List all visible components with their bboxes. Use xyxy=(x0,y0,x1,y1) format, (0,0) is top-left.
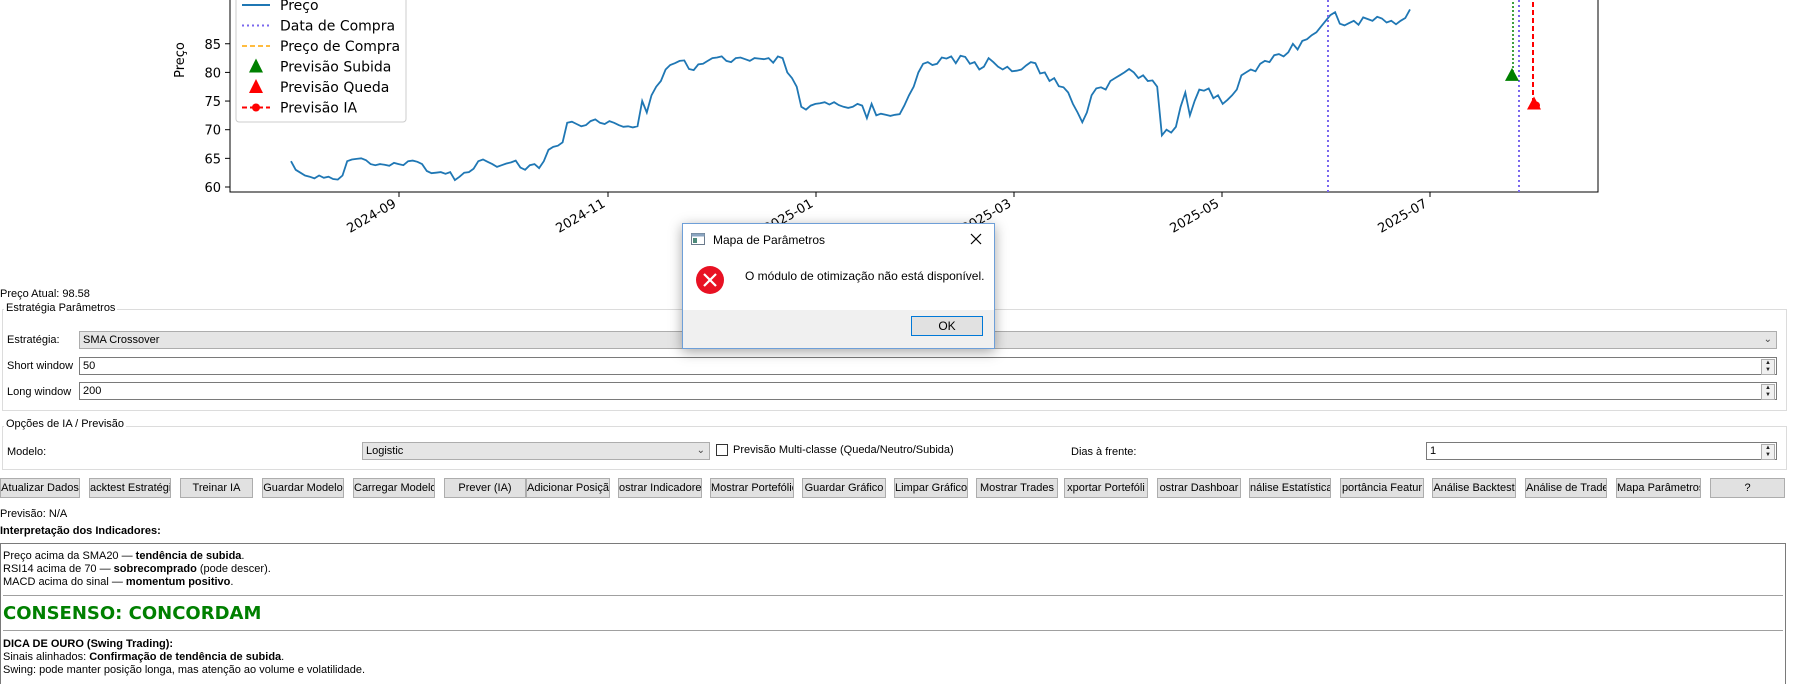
update-data-button[interactable]: Atualizar Dados xyxy=(0,478,80,498)
ok-button[interactable]: OK xyxy=(911,316,983,336)
tip-title: DICA DE OURO (Swing Trading): xyxy=(3,638,174,650)
divider xyxy=(3,630,1783,631)
strategy-label: Estratégia: xyxy=(7,334,60,346)
y-tick-label: 80 xyxy=(204,66,221,81)
show-trades-button[interactable]: Mostrar Trades xyxy=(976,478,1058,498)
interp-line-macd: MACD acima do sinal — momentum positivo. xyxy=(3,576,234,588)
prediction-up-marker xyxy=(1505,67,1519,81)
dialog-body: O módulo de otimização não está disponív… xyxy=(683,254,994,310)
prediction-ai-marker xyxy=(1532,101,1540,110)
dialog-title: Mapa de Parâmetros xyxy=(713,233,826,247)
train-ai-button[interactable]: Treinar IA xyxy=(180,478,253,498)
days-ahead-label: Dias à frente: xyxy=(1071,446,1137,458)
long-window-value: 200 xyxy=(83,385,102,397)
model-label: Modelo: xyxy=(7,446,47,458)
interp-line-sma: Preço acima da SMA20 — tendência de subi… xyxy=(3,550,245,562)
tip-line-signals: Sinais alinhados: Confirmação de tendênc… xyxy=(3,651,285,663)
short-window-value: 50 xyxy=(83,360,96,372)
legend-label: Data de Compra xyxy=(280,19,395,35)
clear-chart-button[interactable]: Limpar Gráfico xyxy=(894,478,968,498)
y-tick-label: 75 xyxy=(204,95,221,110)
export-portfolio-button[interactable]: xportar Portefóli xyxy=(1064,478,1148,498)
error-icon xyxy=(696,266,724,294)
spin-updown-icon[interactable]: ▲ ▼ xyxy=(1761,384,1775,400)
chevron-down-icon: ⌄ xyxy=(696,445,705,456)
load-model-button[interactable]: Carregar Modelo xyxy=(353,478,435,498)
x-tick-label: 2024-09 xyxy=(344,196,399,236)
interpretation-text-area[interactable]: Preço acima da SMA20 — tendência de subi… xyxy=(0,543,1786,684)
divider xyxy=(3,595,1783,596)
save-model-button[interactable]: Guardar Modelo xyxy=(262,478,344,498)
model-select[interactable]: Logistic ⌄ xyxy=(362,442,710,460)
dialog-titlebar[interactable]: Mapa de Parâmetros xyxy=(683,224,994,254)
dialog-message: O módulo de otimização não está disponív… xyxy=(745,269,985,283)
legend-label: Preço de Compra xyxy=(280,39,400,55)
window-app-icon xyxy=(691,233,705,245)
x-tick-label: 2024-11 xyxy=(553,196,608,236)
trade-analysis-button[interactable]: Análise de Trades xyxy=(1525,478,1607,498)
spin-updown-icon[interactable]: ▲ ▼ xyxy=(1761,444,1775,460)
strategy-select-value: SMA Crossover xyxy=(83,334,160,346)
y-tick-label: 65 xyxy=(204,152,221,167)
y-tick-label: 85 xyxy=(204,38,221,53)
save-chart-button[interactable]: Guardar Gráfico xyxy=(802,478,886,498)
ai-options-group-title: Opções de IA / Previsão xyxy=(4,418,127,430)
y-tick-label: 70 xyxy=(204,124,221,139)
parameter-map-button[interactable]: Mapa Parâmetros xyxy=(1616,478,1701,498)
show-dashboard-button[interactable]: ostrar Dashboar xyxy=(1157,478,1241,498)
tip-line-swing: Swing: pode manter posição longa, mas at… xyxy=(3,664,366,676)
show-portfolio-button[interactable]: Mostrar Portefólic xyxy=(710,478,794,498)
multiclass-checkbox[interactable] xyxy=(716,444,728,456)
strategy-group-title: Estratégia Parâmetros xyxy=(4,302,118,314)
y-tick-label: 60 xyxy=(204,181,221,196)
prediction-status: Previsão: N/A xyxy=(0,508,68,520)
legend-label: Previsão Subida xyxy=(280,60,391,76)
multiclass-checkbox-label: Previsão Multi-classe (Queda/Neutro/Subi… xyxy=(733,444,954,456)
close-icon[interactable] xyxy=(970,233,982,245)
days-ahead-input[interactable]: 1 ▲ ▼ xyxy=(1426,442,1777,460)
legend-circle-marker xyxy=(252,103,260,112)
spin-updown-icon[interactable]: ▲ ▼ xyxy=(1761,359,1775,375)
consensus-text: CONSENSO: CONCORDAM xyxy=(3,603,262,624)
legend-label: Preço xyxy=(280,0,319,14)
x-tick-label: 2025-05 xyxy=(1167,196,1222,236)
short-window-input[interactable]: 50 ▲ ▼ xyxy=(79,357,1777,375)
parameter-map-dialog: Mapa de Parâmetros O módulo de otimizaçã… xyxy=(682,223,995,349)
interp-line-rsi: RSI14 acima de 70 — sobrecomprado (pode … xyxy=(3,563,271,575)
short-window-label: Short window xyxy=(7,360,74,372)
days-ahead-value: 1 xyxy=(1430,445,1437,457)
backtest-strategy-button[interactable]: acktest Estratégi xyxy=(89,478,171,498)
current-price-label: Preço Atual: 98.58 xyxy=(0,288,90,300)
legend-label: Previsão Queda xyxy=(280,80,389,96)
x-tick-label: 2025-07 xyxy=(1375,196,1430,236)
backtest-analysis-button[interactable]: Análise Backtest xyxy=(1432,478,1516,498)
add-position-button[interactable]: Adicionar Posição xyxy=(526,478,610,498)
statistical-analysis-button[interactable]: nálise Estatística xyxy=(1249,478,1331,498)
help-button[interactable]: ? xyxy=(1710,478,1785,498)
legend-label: Previsão IA xyxy=(280,101,357,117)
interpretation-heading: Interpretação dos Indicadores: xyxy=(0,525,161,537)
chevron-down-icon: ⌄ xyxy=(1763,334,1772,345)
feature-importance-button[interactable]: portância Featur xyxy=(1340,478,1424,498)
price-line xyxy=(290,8,1411,182)
model-select-value: Logistic xyxy=(366,445,404,457)
y-axis-label: Preço xyxy=(173,42,188,78)
show-indicators-button[interactable]: ostrar Indicadore xyxy=(618,478,702,498)
long-window-label: Long window xyxy=(7,386,72,398)
predict-ai-button[interactable]: Prever (IA) xyxy=(444,478,526,498)
plot-frame xyxy=(229,0,1599,193)
long-window-input[interactable]: 200 ▲ ▼ xyxy=(79,382,1777,400)
